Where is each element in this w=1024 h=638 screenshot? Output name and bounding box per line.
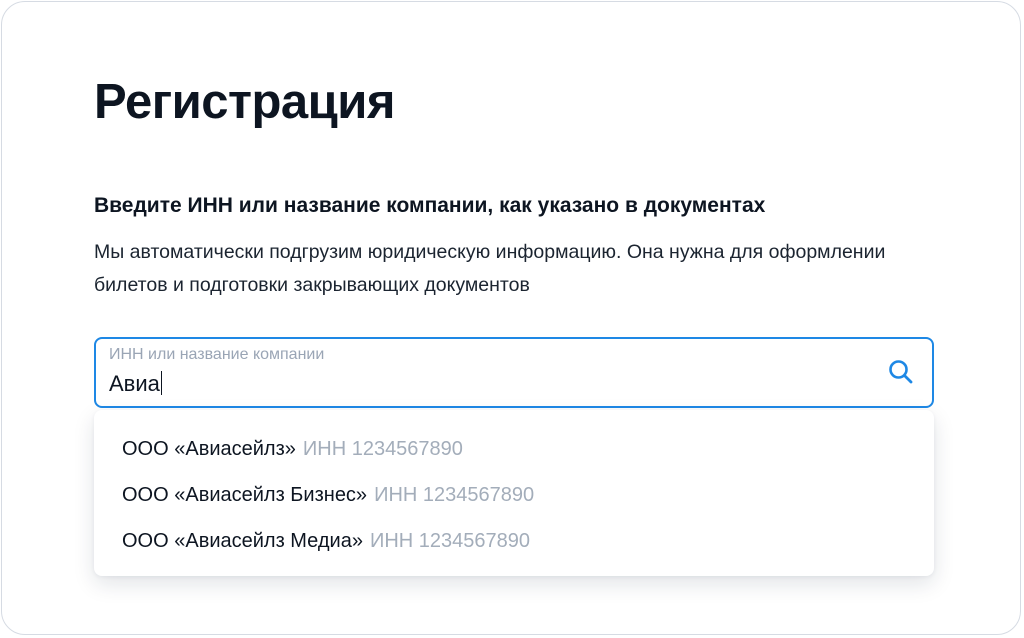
- text-caret: [160, 371, 163, 395]
- suggestion-item[interactable]: ООО «Авиасейлз Медиа» ИНН 1234567890: [94, 518, 934, 564]
- search-field-label: ИНН или название компании: [109, 346, 325, 363]
- suggestions-dropdown: ООО «Авиасейлз» ИНН 1234567890 ООО «Авиа…: [94, 410, 934, 576]
- suggestion-inn: ИНН 1234567890: [369, 530, 531, 552]
- company-search-field[interactable]: ИНН или название компании Авиа: [94, 337, 934, 408]
- suggestion-inn: ИНН 1234567890: [374, 484, 535, 506]
- page-title: Регистрация: [94, 75, 396, 129]
- registration-card: Регистрация Введите ИНН или название ком…: [1, 1, 1021, 635]
- suggestion-company-name: ООО «Авиасейлз»: [122, 438, 296, 460]
- search-button[interactable]: [886, 357, 916, 387]
- search-input-value: Авиа: [109, 371, 160, 396]
- suggestion-inn: ИНН 1234567890: [302, 438, 463, 460]
- suggestion-item[interactable]: ООО «Авиасейлз Бизнес» ИНН 1234567890: [94, 472, 934, 518]
- suggestion-company-name: ООО «Авиасейлз Бизнес»: [122, 484, 368, 506]
- section-description: Мы автоматически подгрузим юридическую и…: [94, 241, 886, 296]
- search-input[interactable]: Авиа: [109, 370, 163, 398]
- suggestion-item[interactable]: ООО «Авиасейлз» ИНН 1234567890: [94, 426, 934, 472]
- search-icon: [889, 360, 913, 384]
- section-subtitle: Введите ИНН или название компании, как у…: [94, 194, 766, 217]
- suggestion-company-name: ООО «Авиасейлз Медиа»: [122, 530, 363, 552]
